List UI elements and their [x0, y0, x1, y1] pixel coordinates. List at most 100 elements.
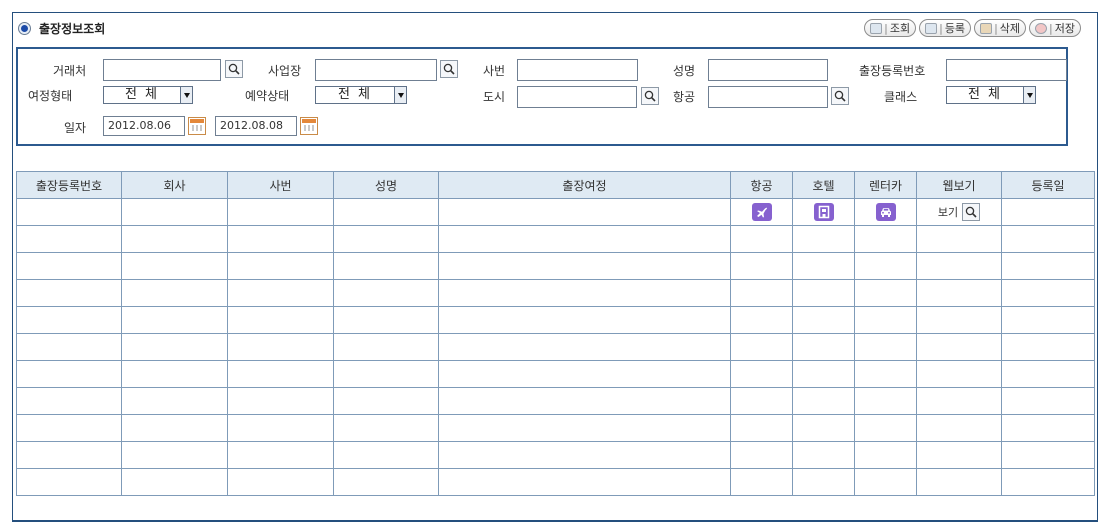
results-table: 출장등록번호 회사 사번 성명 출장여정 항공 호텔 렌터카 웹보기 등록일 보… [16, 171, 1095, 496]
table-cell [438, 306, 731, 334]
table-cell [730, 333, 793, 361]
table-cell [227, 225, 334, 253]
magnifier-icon[interactable] [962, 203, 981, 221]
save-icon [1035, 22, 1048, 34]
table-cell [438, 387, 731, 415]
col-web-view[interactable]: 웹보기 [916, 171, 1002, 199]
table-cell [227, 387, 334, 415]
client-input[interactable] [103, 59, 221, 81]
table-header-row: 출장등록번호 회사 사번 성명 출장여정 항공 호텔 렌터카 웹보기 등록일 [16, 171, 1095, 199]
table-cell [916, 360, 1002, 388]
date-label: 일자 [64, 121, 87, 135]
table-cell [1001, 198, 1095, 226]
trip-type-select[interactable]: 전 체 [103, 86, 193, 104]
airplane-icon[interactable] [751, 203, 772, 221]
delete-button-label: 삭제 [999, 22, 1021, 35]
airline-search-icon[interactable] [831, 87, 849, 105]
calendar-icon[interactable] [300, 117, 318, 135]
register-button-label: 등록 [944, 22, 966, 35]
table-cell [730, 252, 793, 280]
table-cell [916, 414, 1002, 442]
table-row[interactable] [16, 306, 1095, 334]
table-cell [121, 414, 228, 442]
title-bar: 출장정보조회 [18, 18, 105, 38]
reg-no-input[interactable] [946, 59, 1067, 81]
delete-button[interactable]: | 삭제 [974, 19, 1027, 37]
table-cell [730, 225, 793, 253]
table-cell [916, 306, 1002, 334]
table-row[interactable] [16, 279, 1095, 307]
calendar-icon[interactable] [188, 117, 206, 135]
table-cell [1001, 387, 1095, 415]
date-from-input[interactable]: 2012.08.06 [103, 116, 185, 136]
search-button[interactable]: | 조회 [864, 19, 917, 37]
table-row[interactable] [16, 333, 1095, 361]
name-input[interactable] [708, 59, 828, 81]
table-cell [792, 225, 855, 253]
col-company[interactable]: 회사 [121, 171, 228, 199]
city-label: 도시 [483, 90, 506, 104]
table-cell [730, 198, 793, 226]
col-reg-no[interactable]: 출장등록번호 [16, 171, 122, 199]
table-cell [916, 468, 1002, 496]
table-row[interactable] [16, 414, 1095, 442]
table-cell [438, 414, 731, 442]
table-cell [1001, 225, 1095, 253]
table-cell [916, 441, 1002, 469]
client-search-icon[interactable] [225, 60, 243, 78]
date-to-input[interactable]: 2012.08.08 [215, 116, 297, 136]
col-rentcar[interactable]: 렌터카 [854, 171, 917, 199]
separator: | [1049, 21, 1053, 35]
class-select[interactable]: 전 체 [946, 86, 1036, 104]
table-cell [16, 441, 122, 469]
car-icon[interactable] [875, 203, 896, 221]
col-hotel[interactable]: 호텔 [792, 171, 855, 199]
table-cell [1001, 279, 1095, 307]
booking-status-select[interactable]: 전 체 [315, 86, 407, 104]
save-button[interactable]: | 저장 [1029, 19, 1081, 37]
col-itinerary[interactable]: 출장여정 [438, 171, 731, 199]
table-cell [916, 225, 1002, 253]
col-airline[interactable]: 항공 [730, 171, 793, 199]
table-cell [916, 387, 1002, 415]
city-input[interactable] [517, 86, 637, 108]
register-button[interactable]: | 등록 [919, 19, 972, 37]
col-emp-no[interactable]: 사번 [227, 171, 334, 199]
table-row[interactable] [16, 252, 1095, 280]
emp-no-input[interactable] [517, 59, 638, 81]
table-row[interactable] [16, 360, 1095, 388]
table-cell [227, 468, 334, 496]
table-cell [121, 333, 228, 361]
business-search-icon[interactable] [440, 60, 458, 78]
table-cell [730, 279, 793, 307]
col-name[interactable]: 성명 [333, 171, 439, 199]
col-reg-date[interactable]: 등록일 [1001, 171, 1095, 199]
table-cell [333, 333, 439, 361]
airline-input[interactable] [708, 86, 828, 108]
table-cell [854, 225, 917, 253]
web-view-link[interactable]: 보기 [938, 203, 981, 221]
table-cell [333, 360, 439, 388]
trash-icon [980, 22, 993, 34]
table-row[interactable]: 보기 [16, 198, 1095, 226]
register-doc-icon [925, 22, 938, 34]
table-cell [730, 360, 793, 388]
table-cell [854, 333, 917, 361]
table-row[interactable] [16, 441, 1095, 469]
table-cell [916, 333, 1002, 361]
table-cell [916, 279, 1002, 307]
table-row[interactable] [16, 225, 1095, 253]
table-cell [16, 414, 122, 442]
booking-status-label: 예약상태 [245, 89, 290, 103]
table-cell [121, 252, 228, 280]
emp-no-label: 사번 [483, 64, 506, 78]
business-input[interactable] [315, 59, 437, 81]
table-cell [1001, 252, 1095, 280]
hotel-icon[interactable] [813, 203, 834, 221]
table-cell [854, 279, 917, 307]
city-search-icon[interactable] [641, 87, 659, 105]
table-row[interactable] [16, 387, 1095, 415]
table-row[interactable] [16, 468, 1095, 496]
booking-status-value: 전 체 [337, 87, 373, 102]
table-cell [16, 306, 122, 334]
